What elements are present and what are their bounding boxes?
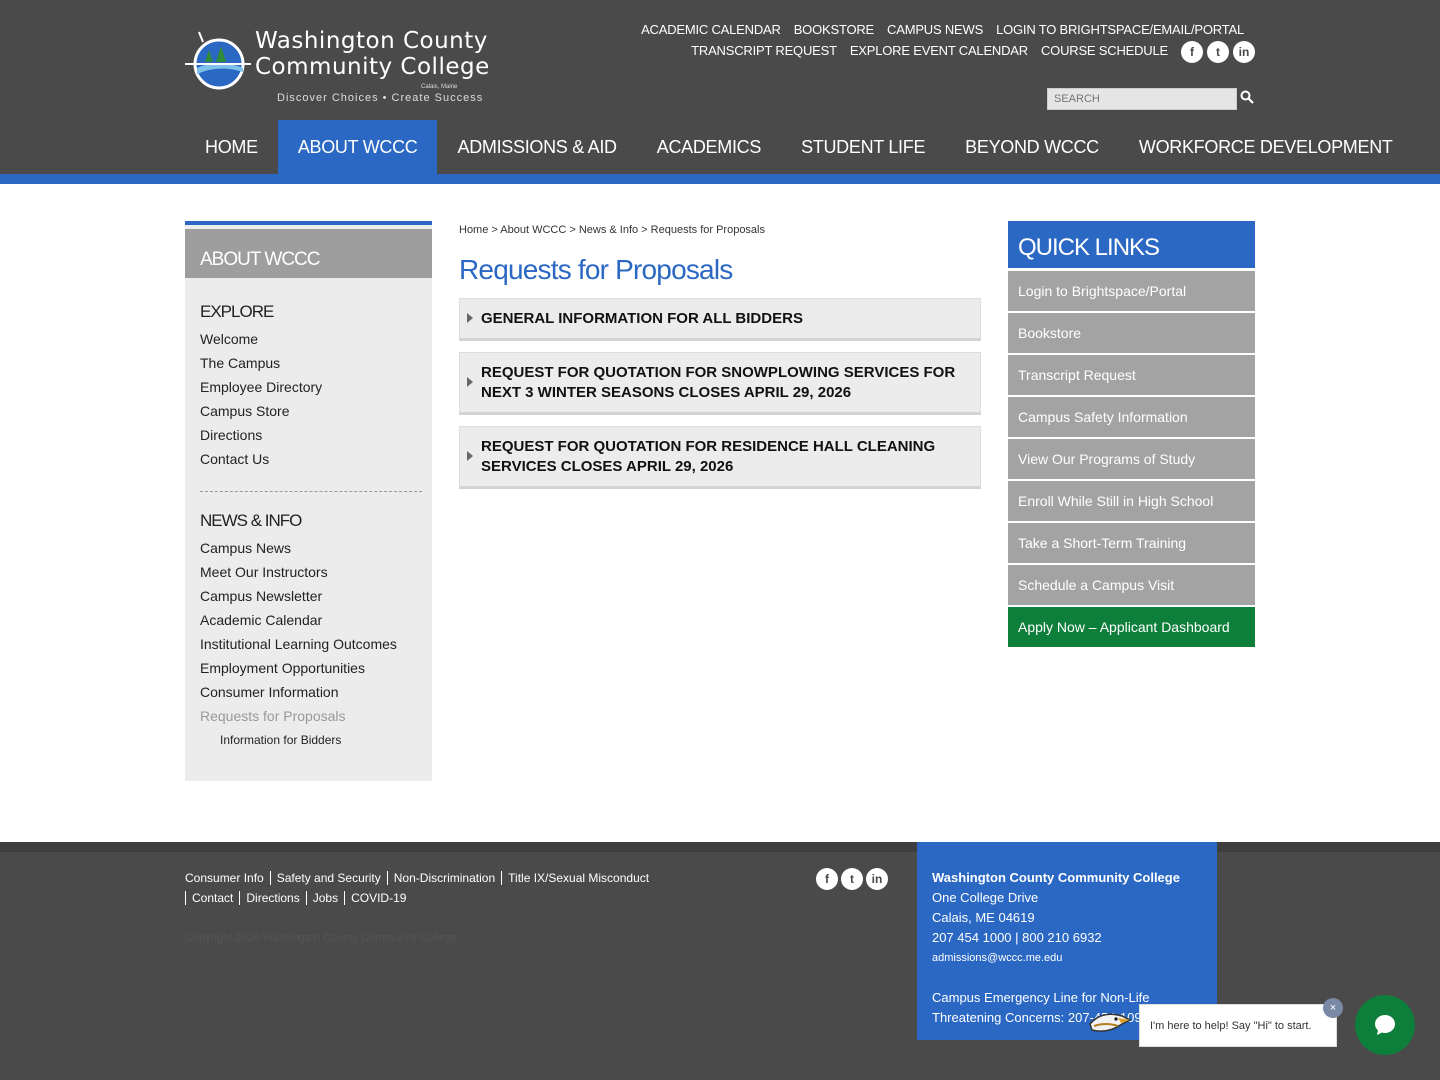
linkedin-icon[interactable]: in bbox=[866, 868, 888, 890]
chat-close-icon[interactable]: × bbox=[1323, 998, 1343, 1018]
sidebar-explore-heading: EXPLORE bbox=[200, 302, 274, 321]
sidebar-item-store[interactable]: Campus Store bbox=[200, 403, 289, 419]
util-academic-calendar[interactable]: ACADEMIC CALENDAR bbox=[641, 22, 781, 37]
logo-location: Calais, Maine bbox=[421, 84, 458, 90]
quicklink-transcript[interactable]: Transcript Request bbox=[1008, 355, 1255, 395]
sidebar-news-heading: NEWS & INFO bbox=[200, 511, 302, 530]
footer-spacer bbox=[932, 968, 1202, 988]
college-logo[interactable]: Washington County Community College Cala… bbox=[185, 26, 505, 108]
footer-links-row1: Consumer Info Safety and Security Non-Di… bbox=[185, 871, 655, 885]
sidebar-item-employment[interactable]: Employment Opportunities bbox=[200, 660, 365, 676]
util-event-calendar[interactable]: EXPLORE EVENT CALENDAR bbox=[850, 43, 1028, 58]
page-title: Requests for Proposals bbox=[459, 254, 733, 285]
sidebar-item-welcome[interactable]: Welcome bbox=[200, 331, 258, 347]
util-login-brightspace[interactable]: LOGIN TO BRIGHTSPACE/EMAIL/PORTAL bbox=[996, 22, 1244, 37]
nav-beyond[interactable]: BEYOND WCCC bbox=[945, 120, 1119, 174]
accordion-label: GENERAL INFORMATION FOR ALL BIDDERS bbox=[481, 309, 803, 327]
quick-links-title: QUICK LINKS bbox=[1008, 221, 1255, 268]
section-sidebar: ABOUT WCCC EXPLORE Welcome The Campus Em… bbox=[185, 221, 432, 781]
quicklink-programs[interactable]: View Our Programs of Study bbox=[1008, 439, 1255, 479]
accordion-snowplowing[interactable]: REQUEST FOR QUOTATION FOR SNOWPLOWING SE… bbox=[459, 352, 981, 415]
facebook-icon[interactable]: f bbox=[816, 868, 838, 890]
logo-line2: Community College bbox=[255, 54, 490, 80]
nav-workforce[interactable]: WORKFORCE DEVELOPMENT bbox=[1119, 120, 1413, 174]
footer-covid[interactable]: COVID-19 bbox=[344, 891, 412, 905]
sidebar-item-consumer-info[interactable]: Consumer Information bbox=[200, 684, 339, 700]
footer-consumer-info[interactable]: Consumer Info bbox=[185, 871, 270, 885]
footer-jobs[interactable]: Jobs bbox=[305, 891, 344, 905]
footer-social-links: f t in bbox=[816, 868, 888, 890]
footer-title-ix[interactable]: Title IX/Sexual Misconduct bbox=[501, 871, 655, 885]
quicklink-safety[interactable]: Campus Safety Information bbox=[1008, 397, 1255, 437]
twitter-icon[interactable]: t bbox=[1207, 41, 1229, 63]
sidebar-divider bbox=[200, 491, 422, 492]
chat-open-button[interactable] bbox=[1355, 995, 1415, 1055]
sidebar-item-campus-news[interactable]: Campus News bbox=[200, 540, 291, 556]
utility-nav-row1: ACADEMIC CALENDAR BOOKSTORE CAMPUS NEWS … bbox=[641, 22, 1244, 37]
header-accent-bar bbox=[0, 174, 1440, 184]
util-transcript-request[interactable]: TRANSCRIPT REQUEST bbox=[691, 43, 837, 58]
footer-contact[interactable]: Contact bbox=[185, 891, 239, 905]
sidebar-item-directory[interactable]: Employee Directory bbox=[200, 379, 322, 395]
quicklink-short-term[interactable]: Take a Short-Term Training bbox=[1008, 523, 1255, 563]
logo-tagline: Discover Choices • Create Success bbox=[277, 92, 484, 104]
logo-line1: Washington County bbox=[255, 28, 488, 54]
footer-phone[interactable]: 207 454 1000 | 800 210 6932 bbox=[932, 928, 1202, 948]
util-bookstore[interactable]: BOOKSTORE bbox=[794, 22, 875, 37]
footer-directions[interactable]: Directions bbox=[239, 891, 305, 905]
sidebar-title: ABOUT WCCC bbox=[185, 229, 432, 278]
caret-right-icon bbox=[467, 312, 473, 323]
search-icon[interactable] bbox=[1240, 90, 1256, 108]
accordion-label: REQUEST FOR QUOTATION FOR SNOWPLOWING SE… bbox=[481, 363, 956, 401]
quicklink-bookstore[interactable]: Bookstore bbox=[1008, 313, 1255, 353]
footer-links-row2: Contact Directions Jobs COVID-19 bbox=[185, 891, 412, 905]
apply-now-button[interactable]: Apply Now – Applicant Dashboard bbox=[1008, 607, 1255, 647]
footer-copyright: Copyright 2026 Washington County Communi… bbox=[185, 932, 458, 944]
main-nav: HOME ABOUT WCCC ADMISSIONS & AID ACADEMI… bbox=[185, 120, 1413, 174]
sidebar-item-instructors[interactable]: Meet Our Instructors bbox=[200, 564, 328, 580]
chat-greeting-bubble[interactable]: I'm here to help! Say "Hi" to start. bbox=[1139, 1004, 1337, 1047]
sidebar-item-contact[interactable]: Contact Us bbox=[200, 451, 269, 467]
nav-admissions[interactable]: ADMISSIONS & AID bbox=[437, 120, 636, 174]
footer-non-discrimination[interactable]: Non-Discrimination bbox=[386, 871, 501, 885]
sidebar-item-learning-outcomes[interactable]: Institutional Learning Outcomes bbox=[200, 636, 397, 652]
linkedin-icon[interactable]: in bbox=[1233, 41, 1255, 63]
footer-safety[interactable]: Safety and Security bbox=[269, 871, 387, 885]
nav-home[interactable]: HOME bbox=[185, 120, 278, 174]
footer-address1: One College Drive bbox=[932, 890, 1039, 905]
nav-student-life[interactable]: STUDENT LIFE bbox=[781, 120, 945, 174]
accordion-label: REQUEST FOR QUOTATION FOR RESIDENCE HALL… bbox=[481, 437, 936, 475]
quicklink-brightspace[interactable]: Login to Brightspace/Portal bbox=[1008, 271, 1255, 311]
quicklink-campus-visit[interactable]: Schedule a Campus Visit bbox=[1008, 565, 1255, 605]
footer-email[interactable]: admissions@wccc.me.edu bbox=[932, 948, 1202, 968]
header-social-links: f t in bbox=[1181, 41, 1255, 63]
search-input[interactable] bbox=[1047, 88, 1237, 110]
accordion-general-info[interactable]: GENERAL INFORMATION FOR ALL BIDDERS bbox=[459, 298, 981, 341]
caret-right-icon bbox=[467, 376, 473, 387]
sidebar-item-academic-calendar[interactable]: Academic Calendar bbox=[200, 612, 322, 628]
quicklink-high-school[interactable]: Enroll While Still in High School bbox=[1008, 481, 1255, 521]
sidebar-item-newsletter[interactable]: Campus Newsletter bbox=[200, 588, 322, 604]
sidebar-item-directions[interactable]: Directions bbox=[200, 427, 262, 443]
sidebar-item-campus[interactable]: The Campus bbox=[200, 355, 280, 371]
nav-academics[interactable]: ACADEMICS bbox=[637, 120, 781, 174]
sidebar-item-rfp[interactable]: Requests for Proposals bbox=[200, 708, 346, 724]
facebook-icon[interactable]: f bbox=[1181, 41, 1203, 63]
caret-right-icon bbox=[467, 450, 473, 461]
accordion-residence-cleaning[interactable]: REQUEST FOR QUOTATION FOR RESIDENCE HALL… bbox=[459, 426, 981, 489]
util-course-schedule[interactable]: COURSE SCHEDULE bbox=[1041, 43, 1168, 58]
breadcrumb[interactable]: Home > About WCCC > News & Info > Reques… bbox=[459, 224, 765, 236]
util-campus-news[interactable]: CAMPUS NEWS bbox=[887, 22, 983, 37]
nav-about[interactable]: ABOUT WCCC bbox=[277, 120, 438, 174]
utility-nav-row2: TRANSCRIPT REQUEST EXPLORE EVENT CALENDA… bbox=[691, 43, 1168, 58]
eagle-mascot-icon bbox=[1089, 1013, 1132, 1032]
sidebar-accent-bar bbox=[185, 221, 432, 225]
footer-address2: Calais, ME 04619 bbox=[932, 910, 1035, 925]
logo-emblem-icon bbox=[185, 31, 251, 90]
twitter-icon[interactable]: t bbox=[841, 868, 863, 890]
chat-bubble-icon bbox=[1375, 1015, 1395, 1035]
sidebar-subitem-bidders[interactable]: Information for Bidders bbox=[220, 733, 341, 747]
footer-college-name: Washington County Community College bbox=[932, 870, 1180, 885]
